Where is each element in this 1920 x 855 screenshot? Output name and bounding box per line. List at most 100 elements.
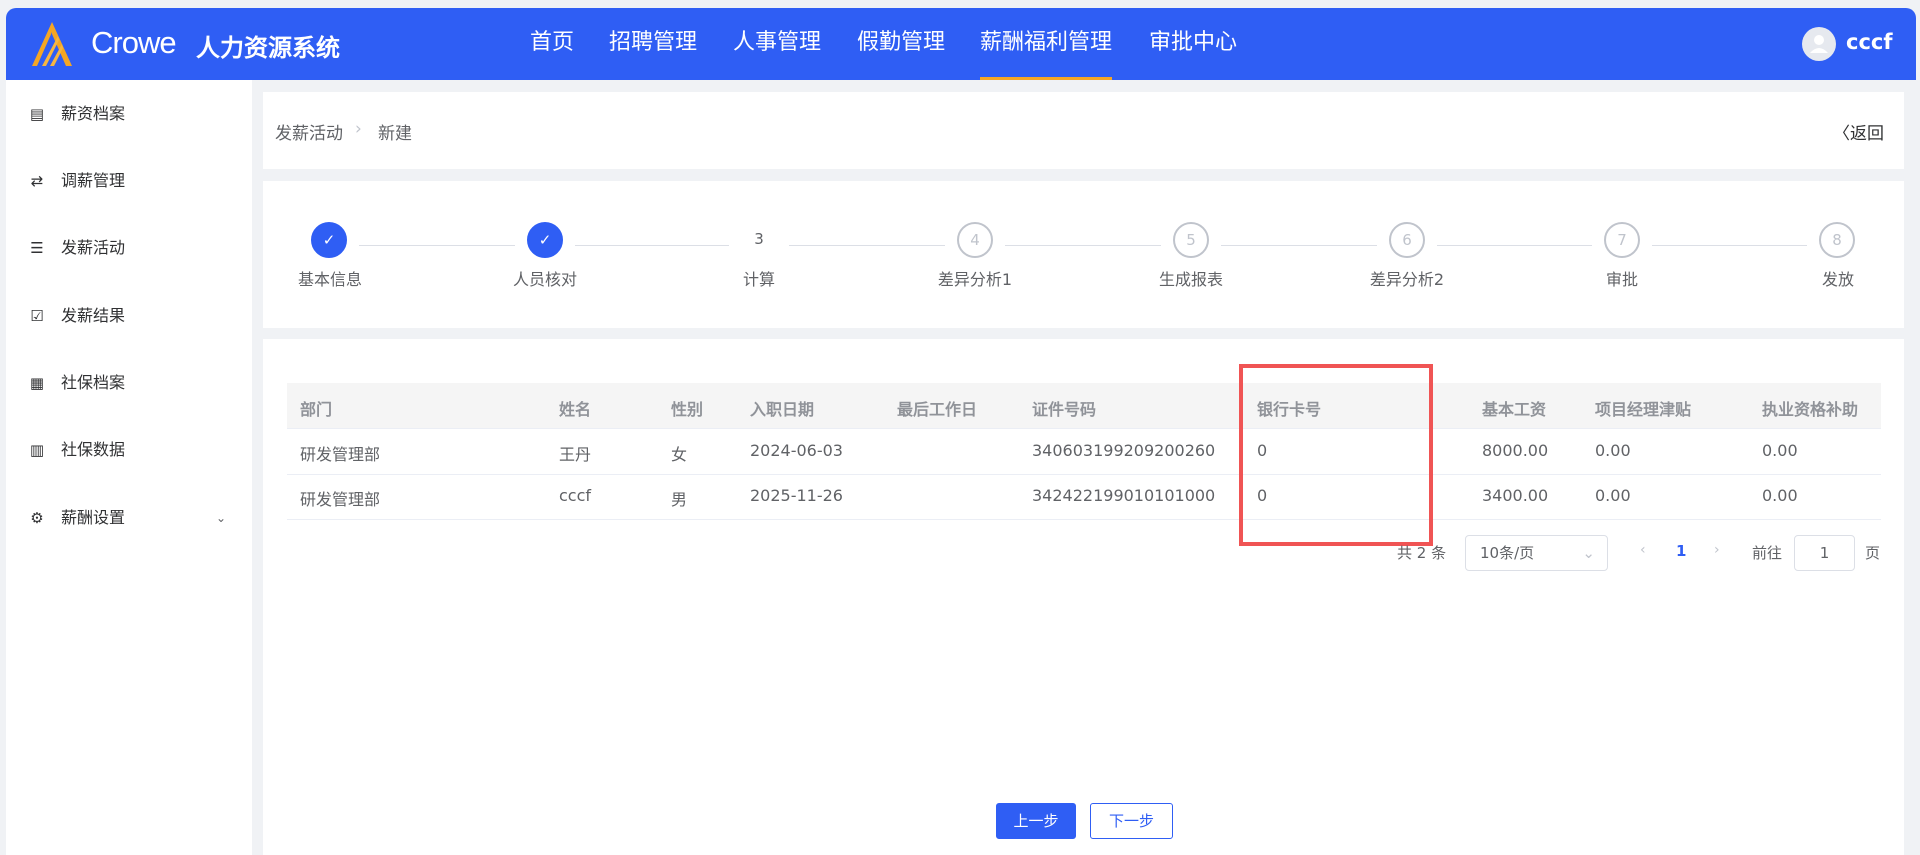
step-label: 发放: [1822, 270, 1855, 289]
check-icon: ✓: [311, 222, 347, 258]
step-label: 人员核对: [512, 270, 578, 289]
sidebar-item-label: 社保档案: [61, 373, 126, 392]
step-label: 审批: [1605, 270, 1639, 289]
step-3-circle: 3: [754, 230, 764, 248]
system-title: 人力资源系统: [196, 34, 340, 62]
sidebar-item-social-data[interactable]: ▥ 社保数据: [6, 430, 252, 470]
avatar[interactable]: [1802, 27, 1836, 61]
clipboard-check-icon: ☑: [30, 307, 44, 325]
step-4-circle: 4: [957, 222, 993, 258]
step-connector: [359, 245, 515, 246]
sidebar-item-payroll-activity[interactable]: ☰ 发薪活动: [6, 228, 252, 268]
column-header: 部门: [300, 400, 333, 419]
step-7-circle: 7: [1604, 222, 1640, 258]
step-connector: [1221, 245, 1377, 246]
sidebar: ▤ 薪资档案 ⇄ 调薪管理 ☰ 发薪活动 ☑ 发薪结果 ▦ 社保档案 ▥ 社保数据 ⚙ 薪酬设…: [6, 80, 252, 855]
page-size-value: 10条/页: [1480, 544, 1535, 562]
table-cell: 0.00: [1595, 486, 1631, 505]
breadcrumb-separator-icon: ›: [355, 119, 362, 139]
step-connector: [1652, 245, 1807, 246]
sidebar-item-label: 薪资档案: [61, 104, 126, 123]
prev-page-button[interactable]: ‹: [1640, 542, 1646, 558]
table-cell: 研发管理部: [300, 445, 381, 464]
crowe-logo-icon: [32, 22, 72, 66]
brand-name: Crowe: [91, 25, 177, 60]
sidebar-item-label: 发薪结果: [61, 306, 126, 325]
goto-page-input[interactable]: [1794, 535, 1855, 571]
table-cell: 2024-06-03: [750, 441, 843, 460]
sidebar-item-social-archive[interactable]: ▦ 社保档案: [6, 363, 252, 403]
breadcrumb-current: 新建: [378, 124, 412, 144]
step-label: 差异分析2: [1369, 270, 1445, 289]
step-connector: [575, 245, 729, 246]
sidebar-item-salary-adjust[interactable]: ⇄ 调薪管理: [6, 161, 252, 201]
gear-icon: ⚙: [30, 509, 44, 527]
column-header: 最后工作日: [897, 400, 978, 419]
total-count: 共 2 条: [1397, 544, 1447, 562]
nav-compensation[interactable]: 薪酬福利管理: [980, 8, 1113, 80]
row-divider: [287, 519, 1881, 520]
back-label: 返回: [1850, 124, 1884, 144]
step-connector: [1005, 245, 1161, 246]
table-cell: 研发管理部: [300, 490, 381, 509]
step-label: 生成报表: [1158, 270, 1224, 289]
bar-chart-icon: ▥: [29, 441, 45, 459]
table-cell: 340603199209200260: [1032, 441, 1216, 460]
sidebar-item-payroll-result[interactable]: ☑ 发薪结果: [6, 296, 252, 336]
exchange-icon: ⇄: [30, 172, 44, 190]
sidebar-item-salary-archive[interactable]: ▤ 薪资档案: [6, 94, 252, 134]
breadcrumb-parent[interactable]: 发薪活动: [275, 119, 343, 144]
table-cell: 0.00: [1762, 441, 1798, 460]
column-header: 姓名: [559, 400, 592, 419]
column-header: 入职日期: [750, 400, 815, 419]
sidebar-item-label: 发薪活动: [61, 238, 126, 257]
step-5-circle: 5: [1173, 222, 1209, 258]
top-navbar: Crowe 人力资源系统 首页 招聘管理 人事管理 假勤管理 薪酬福利管理 审批…: [6, 8, 1916, 80]
step-label: 基本信息: [298, 270, 363, 289]
column-header: 执业资格补助: [1762, 400, 1859, 419]
table-cell: 男: [671, 490, 688, 509]
highlight-box: [1239, 364, 1433, 546]
sidebar-item-salary-settings[interactable]: ⚙ 薪酬设置 ⌄: [6, 498, 252, 538]
prev-step-button[interactable]: 上一步: [996, 803, 1076, 839]
nav-approval[interactable]: 审批中心: [1149, 8, 1237, 80]
nav-recruitment[interactable]: 招聘管理: [609, 8, 697, 80]
chevron-down-icon: ⌄: [216, 511, 227, 525]
step-label: 差异分析1: [937, 270, 1013, 289]
sidebar-item-label: 调薪管理: [61, 171, 126, 190]
table-cell: 0.00: [1595, 441, 1631, 460]
page-1[interactable]: 1: [1676, 542, 1686, 560]
chevron-down-icon: ⌄: [1582, 544, 1595, 562]
step-connector: [789, 245, 945, 246]
table-cell: 342422199010101000: [1032, 486, 1216, 505]
column-header: 基本工资: [1482, 400, 1547, 419]
username[interactable]: cccf: [1846, 30, 1892, 54]
next-step-button[interactable]: 下一步: [1090, 803, 1173, 839]
page-size-select[interactable]: 10条/页 ⌄: [1465, 535, 1608, 571]
row-divider: [287, 474, 1881, 475]
column-header: 项目经理津贴: [1595, 400, 1692, 419]
nav-home[interactable]: 首页: [530, 8, 574, 80]
back-button[interactable]: 〈返回: [1833, 119, 1884, 144]
check-icon: ✓: [527, 222, 563, 258]
user-icon: [1810, 35, 1828, 53]
table-cell: 3400.00: [1482, 486, 1549, 505]
chevron-left-icon: 〈: [1833, 124, 1850, 144]
table-cell: 0.00: [1762, 486, 1798, 505]
nav-personnel[interactable]: 人事管理: [733, 8, 821, 80]
column-header: 性别: [671, 400, 704, 419]
step-label: 计算: [742, 270, 776, 289]
steps-card: [263, 181, 1904, 328]
document-icon: ▤: [29, 105, 45, 123]
sidebar-item-label: 薪酬设置: [61, 508, 126, 527]
step-8-circle: 8: [1819, 222, 1855, 258]
next-page-button[interactable]: ›: [1714, 542, 1720, 558]
table-cell: 王丹: [559, 445, 592, 464]
table-cell: 8000.00: [1482, 441, 1549, 460]
step-6-circle: 6: [1389, 222, 1425, 258]
nav-attendance[interactable]: 假勤管理: [857, 8, 945, 80]
column-header: 证件号码: [1032, 400, 1097, 419]
grid-icon: ▦: [29, 374, 45, 392]
table-cell: 2025-11-26: [750, 486, 843, 505]
list-icon: ☰: [30, 239, 44, 257]
